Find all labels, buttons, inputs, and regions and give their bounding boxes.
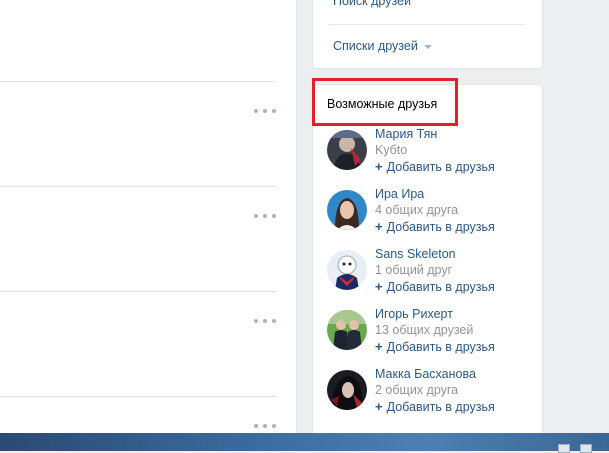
friend-subtitle: 4 общих друга (375, 203, 459, 217)
tray-icon[interactable] (580, 444, 592, 453)
possible-friends-title[interactable]: Возможные друзья (327, 97, 437, 111)
friend-name[interactable]: Мария Тян (375, 127, 437, 141)
plus-icon: + (375, 399, 383, 414)
friend-subtitle: 13 общих друзей (375, 323, 474, 337)
avatar[interactable] (327, 250, 367, 290)
avatar[interactable] (327, 130, 367, 170)
add-friend-label: Добавить в друзья (386, 220, 495, 234)
menu-divider (329, 24, 525, 25)
add-friend-button[interactable]: + Добавить в друзья (375, 339, 495, 354)
add-friend-label: Добавить в друзья (386, 160, 495, 174)
plus-icon: + (375, 279, 383, 294)
friend-suggestion: Игорь Рихерт 13 общих друзей + Добавить в… (327, 307, 537, 363)
taskbar (0, 433, 609, 453)
possible-friends-card: Возможные друзья Мария Тян Kyбto + Добави… (312, 84, 543, 446)
friend-suggestion: Мария Тян Kyбto + Добавить в друзья (327, 127, 537, 183)
more-dots-icon[interactable] (254, 317, 276, 325)
caret-down-icon (423, 44, 432, 49)
add-friend-button[interactable]: + Добавить в друзья (375, 399, 495, 414)
friend-subtitle: Kyбto (375, 143, 408, 157)
plus-icon: + (375, 339, 383, 354)
row-divider (0, 81, 276, 82)
friend-subtitle: 2 общих друга (375, 383, 459, 397)
add-friend-label: Добавить в друзья (386, 400, 495, 414)
row-divider (0, 396, 276, 397)
plus-icon: + (375, 159, 383, 174)
friend-subtitle: 1 общий друг (375, 263, 453, 277)
friend-name[interactable]: Sans Skeleton (375, 247, 456, 261)
plus-icon: + (375, 219, 383, 234)
friend-suggestion: Макка Басханова 2 общих друга + Добавить … (327, 367, 537, 423)
row-divider (0, 291, 276, 292)
friend-suggestion: Sans Skeleton 1 общий друг + Добавить в д… (327, 247, 537, 303)
add-friend-label: Добавить в друзья (386, 280, 495, 294)
search-friends-link[interactable]: Поиск друзей (333, 0, 411, 8)
friend-lists-label: Списки друзей (333, 39, 418, 53)
feed-panel (0, 0, 297, 433)
more-dots-icon[interactable] (254, 212, 276, 220)
friends-menu: Поиск друзей Списки друзей (312, 0, 543, 69)
add-friend-label: Добавить в друзья (386, 340, 495, 354)
tray-icon[interactable] (558, 444, 570, 453)
add-friend-button[interactable]: + Добавить в друзья (375, 159, 495, 174)
more-dots-icon[interactable] (254, 422, 276, 430)
more-dots-icon[interactable] (254, 107, 276, 115)
add-friend-button[interactable]: + Добавить в друзья (375, 279, 495, 294)
avatar[interactable] (327, 370, 367, 410)
avatar[interactable] (327, 310, 367, 350)
row-divider (0, 186, 276, 187)
friend-name[interactable]: Ира Ира (375, 187, 424, 201)
friend-suggestion: Ира Ира 4 общих друга + Добавить в друзья (327, 187, 537, 243)
avatar[interactable] (327, 190, 367, 230)
friend-lists-link[interactable]: Списки друзей (333, 39, 432, 53)
friend-name[interactable]: Макка Басханова (375, 367, 476, 381)
add-friend-button[interactable]: + Добавить в друзья (375, 219, 495, 234)
friend-name[interactable]: Игорь Рихерт (375, 307, 453, 321)
